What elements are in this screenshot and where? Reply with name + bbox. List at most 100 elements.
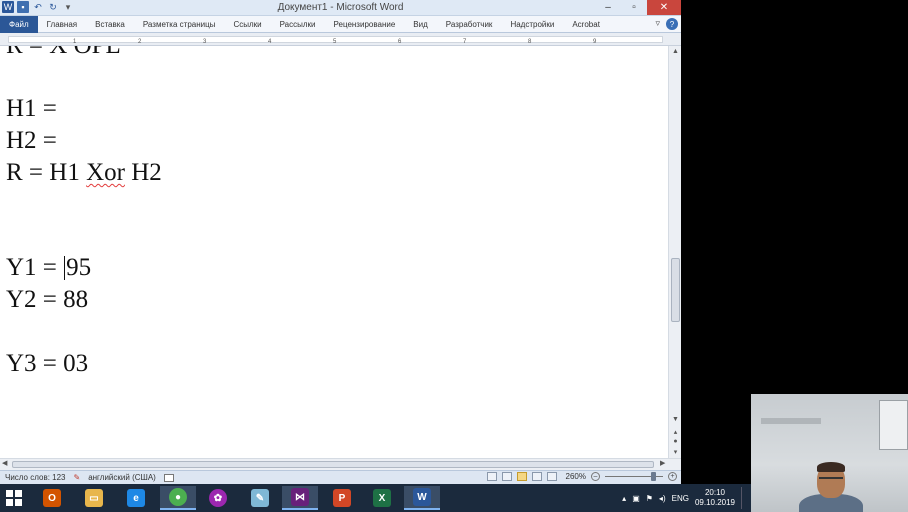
zoom-in-icon[interactable]: + xyxy=(668,472,677,481)
ruler-number: 6 xyxy=(398,39,402,45)
taskbar-app-visual-studio[interactable]: ⋈ xyxy=(282,486,318,510)
powerpoint-icon: P xyxy=(333,489,351,507)
tab-home[interactable]: Главная xyxy=(38,16,86,33)
taskbar-app-outlook[interactable]: O xyxy=(34,486,70,510)
ribbon-right-controls: ▿ ? xyxy=(655,18,678,30)
doc-line-y1: Y1 = 95 xyxy=(6,254,91,282)
horizontal-scrollbar[interactable]: ◀ ▶ xyxy=(0,458,681,470)
scroll-up-icon[interactable]: ▲ xyxy=(669,48,682,55)
picasa-icon: ✿ xyxy=(209,489,227,507)
expand-ribbon-icon[interactable]: ▿ xyxy=(655,18,660,30)
taskbar-app-excel[interactable]: X xyxy=(364,486,400,510)
proofing-icon[interactable]: ✎ xyxy=(73,473,80,482)
tab-mailings[interactable]: Рассылки xyxy=(271,16,325,33)
action-center-icon[interactable] xyxy=(741,487,747,509)
scroll-left-icon[interactable]: ◀ xyxy=(2,459,7,467)
ruler-number: 8 xyxy=(528,39,532,45)
ruler-number: 1 xyxy=(73,39,77,45)
vertical-scroll-thumb[interactable] xyxy=(671,258,680,322)
taskbar-app-word[interactable]: W xyxy=(404,486,440,510)
zoom-out-icon[interactable]: – xyxy=(591,472,600,481)
language-indicator[interactable]: английский (США) xyxy=(88,473,156,482)
macro-record-icon[interactable] xyxy=(163,473,174,482)
ruler-number: 4 xyxy=(268,39,272,45)
previous-page-icon[interactable]: ▴ xyxy=(669,428,682,436)
doc-text: 95 xyxy=(66,254,92,281)
tab-view[interactable]: Вид xyxy=(404,16,436,33)
ruler-number: 5 xyxy=(333,39,337,45)
window-title: Документ1 - Microsoft Word xyxy=(277,2,404,13)
zoom-level[interactable]: 260% xyxy=(566,472,586,481)
close-button[interactable]: ✕ xyxy=(647,0,681,15)
doc-line-partial: R = X OPL xyxy=(6,46,121,60)
doc-line-y2: Y2 = 88 xyxy=(6,286,89,313)
web-layout-view-icon[interactable] xyxy=(516,472,527,481)
print-layout-view-icon[interactable] xyxy=(486,472,497,481)
taskbar-app-notepad[interactable]: ✎ xyxy=(242,486,278,510)
horizontal-scroll-thumb[interactable] xyxy=(12,461,654,468)
word-count[interactable]: Число слов: 123 xyxy=(5,473,65,482)
taskbar-app-powerpoint[interactable]: P xyxy=(324,486,360,510)
internet-explorer-icon: e xyxy=(127,489,145,507)
ruler-number: 7 xyxy=(463,39,467,45)
doc-text: R = H1 xyxy=(6,159,87,186)
ruler-number: 3 xyxy=(203,39,207,45)
tab-review[interactable]: Рецензирование xyxy=(325,16,405,33)
doc-line-h1: H1 = xyxy=(6,95,57,122)
vertical-scrollbar[interactable]: ▲ ▼ ▴ ● ▾ xyxy=(668,46,681,458)
zoom-knob[interactable] xyxy=(651,472,656,481)
browse-object-icon[interactable]: ● xyxy=(669,438,682,445)
scroll-down-icon[interactable]: ▼ xyxy=(669,416,682,423)
taskbar-app-picasa[interactable]: ✿ xyxy=(200,486,236,510)
spelling-error-word[interactable]: Xor xyxy=(86,159,125,186)
taskbar-app-chrome[interactable]: ● xyxy=(160,486,196,510)
doc-text: H2 xyxy=(124,159,162,186)
full-screen-reading-view-icon[interactable] xyxy=(501,472,512,481)
help-icon[interactable]: ? xyxy=(666,18,678,30)
next-page-icon[interactable]: ▾ xyxy=(669,448,682,456)
tab-addins[interactable]: Надстройки xyxy=(501,16,563,33)
notepad-icon: ✎ xyxy=(251,489,269,507)
windows-start-icon[interactable] xyxy=(6,490,22,506)
show-hidden-icons-icon[interactable]: ▴ xyxy=(622,494,626,503)
horizontal-ruler[interactable]: 1 2 3 4 5 6 7 8 9 xyxy=(0,33,681,46)
tab-insert[interactable]: Вставка xyxy=(86,16,134,33)
volume-icon[interactable]: ◂) xyxy=(659,494,666,503)
tab-page-layout[interactable]: Разметка страницы xyxy=(134,16,225,33)
ruler-number: 2 xyxy=(138,39,142,45)
webcam-shelf xyxy=(761,418,821,424)
input-language[interactable]: ENG xyxy=(672,494,689,503)
tab-references[interactable]: Ссылки xyxy=(224,16,270,33)
taskbar-app-ie[interactable]: e xyxy=(118,486,154,510)
tab-file[interactable]: Файл xyxy=(0,16,38,33)
outline-view-icon[interactable] xyxy=(531,472,542,481)
network-icon[interactable]: ▣ xyxy=(632,494,640,503)
window-controls: – ▫ ✕ xyxy=(595,0,681,15)
chrome-icon: ● xyxy=(169,488,187,506)
doc-line-h2: H2 = xyxy=(6,127,57,154)
draft-view-icon[interactable] xyxy=(546,472,557,481)
flag-icon[interactable]: ⚑ xyxy=(646,494,653,503)
visual-studio-icon: ⋈ xyxy=(291,488,309,506)
ribbon-tab-bar: Файл Главная Вставка Разметка страницы С… xyxy=(0,16,681,33)
maximize-button[interactable]: ▫ xyxy=(621,0,647,15)
doc-line-y3: Y3 = 03 xyxy=(6,350,89,377)
title-bar: W ▪ ↶ ↻ ▾ Документ1 - Microsoft Word – ▫… xyxy=(0,0,681,16)
minimize-button[interactable]: – xyxy=(595,0,621,15)
taskbar: O ▭ e ● ✿ ✎ ⋈ P X W ▴ ▣ ⚑ ◂) ENG 20:10 0… xyxy=(0,484,751,512)
zoom-slider[interactable] xyxy=(605,472,663,481)
document-page[interactable]: R = X OPL H1 = H2 = R = H1 Xor H2 Y1 = 9… xyxy=(0,46,668,458)
tab-developer[interactable]: Разработчик xyxy=(437,16,502,33)
doc-text: Y1 = xyxy=(6,254,64,281)
scroll-right-icon[interactable]: ▶ xyxy=(660,459,665,467)
clock[interactable]: 20:10 09.10.2019 xyxy=(695,488,735,508)
system-tray: ▴ ▣ ⚑ ◂) ENG 20:10 09.10.2019 xyxy=(622,484,747,512)
ruler-number: 9 xyxy=(593,39,597,45)
tab-acrobat[interactable]: Acrobat xyxy=(563,16,609,33)
status-left: Число слов: 123 ✎ английский (США) xyxy=(5,473,174,482)
excel-icon: X xyxy=(373,489,391,507)
file-explorer-icon: ▭ xyxy=(85,489,103,507)
ruler-strip: 1 2 3 4 5 6 7 8 9 xyxy=(8,36,663,45)
outlook-icon: O xyxy=(43,489,61,507)
taskbar-app-explorer[interactable]: ▭ xyxy=(76,486,112,510)
